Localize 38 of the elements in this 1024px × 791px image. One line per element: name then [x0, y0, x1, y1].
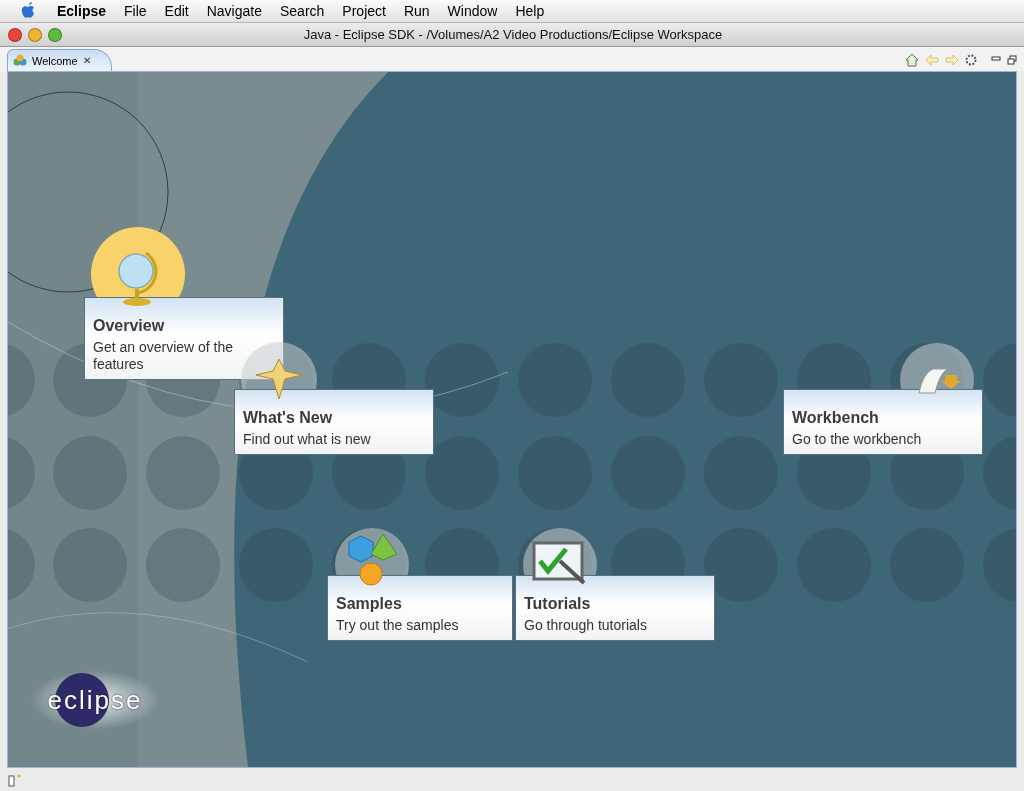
fast-view-icon[interactable] — [8, 772, 24, 787]
menu-item[interactable]: Navigate — [197, 3, 271, 19]
menu-item[interactable]: File — [115, 3, 156, 19]
home-icon[interactable] — [905, 53, 919, 67]
close-button[interactable]: ✕ — [82, 55, 91, 66]
checklist-icon — [532, 541, 588, 587]
menu-item[interactable]: Search — [271, 3, 334, 19]
link-description: Go to the workbench — [792, 431, 923, 448]
star-icon — [254, 357, 304, 401]
link-description: Find out what is new — [243, 431, 372, 448]
link-description: Get an overview of the features — [93, 339, 235, 373]
link-title: What's New — [243, 409, 334, 427]
apple-icon[interactable] — [20, 2, 36, 20]
menu-item[interactable]: Run — [394, 3, 439, 19]
link-card[interactable]: Tutorials Go through tutorials — [515, 575, 715, 641]
link-description: Go through tutorials — [524, 617, 648, 634]
link-description: Try out the samples — [336, 617, 460, 634]
menu-item[interactable]: Project — [333, 3, 395, 19]
link-card[interactable]: Samples Try out the samples — [327, 575, 513, 641]
minimize-button[interactable] — [28, 27, 42, 42]
welcome-icon — [13, 53, 27, 68]
menu-item[interactable]: Help — [506, 3, 554, 19]
link-title: Samples — [336, 595, 403, 613]
zoom-button[interactable] — [48, 27, 62, 42]
menu-item[interactable]: Edit — [155, 3, 198, 19]
close-button[interactable] — [8, 27, 22, 42]
link-title: Workbench — [792, 409, 880, 427]
link-card[interactable]: Overview Get an overview of the features — [84, 297, 284, 380]
welcome-tab[interactable]: Welcome ✕ — [7, 49, 112, 71]
menu-item[interactable]: Window — [438, 3, 507, 19]
link-card[interactable]: Workbench Go to the workbench — [783, 389, 983, 455]
link-title: Tutorials — [524, 595, 592, 613]
link-title: Overview — [93, 317, 166, 335]
window-title: Java - Eclipse SDK - /Volumes/A2 Video Productions/Eclipse Workspace — [302, 27, 724, 42]
tab-label: Welcome — [32, 54, 78, 67]
maximize-icon[interactable] — [1007, 55, 1017, 65]
app-menu[interactable]: Eclipse — [48, 3, 116, 19]
link-card[interactable]: What's New Find out what is new — [234, 389, 434, 455]
